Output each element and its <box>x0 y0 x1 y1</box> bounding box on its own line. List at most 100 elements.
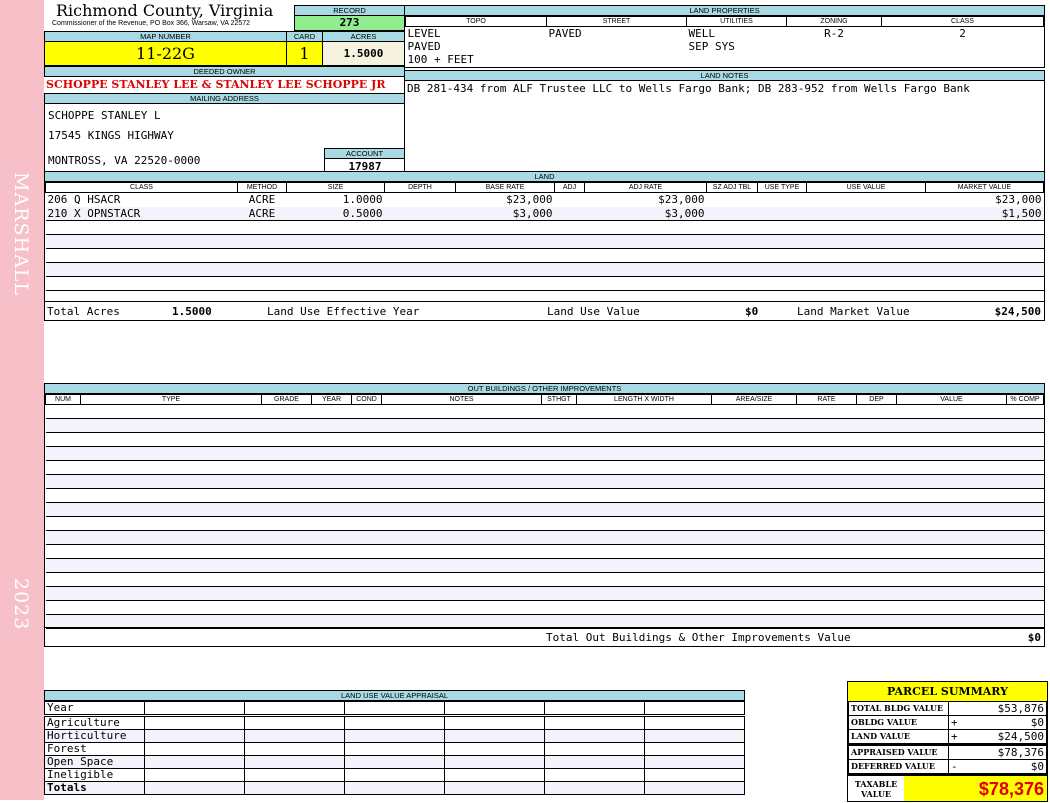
cell <box>787 53 882 66</box>
cell <box>644 755 745 769</box>
cell <box>45 600 1044 615</box>
cell <box>237 220 287 235</box>
cell: R-2 <box>824 27 844 40</box>
land-use-appraisal: LAND USE VALUE APPRAISAL Year Agriculture… <box>44 690 745 795</box>
cell <box>237 276 287 291</box>
cell <box>554 248 585 263</box>
cell <box>706 206 758 221</box>
cell <box>757 276 807 291</box>
cell <box>144 715 245 730</box>
summary-label: TOTAL BLDG VALUE <box>848 701 949 716</box>
address-line-3: MONTROSS, VA 22520-0000 <box>48 154 201 167</box>
cell <box>237 234 287 249</box>
column-header: CLASS <box>45 182 238 193</box>
table-row <box>45 586 1044 601</box>
summary-row: LAND VALUE + $24,500 <box>848 729 1047 745</box>
cell: SEP SYS <box>688 40 735 53</box>
table-row: Agriculture <box>44 715 745 730</box>
row-label: Year <box>44 701 145 717</box>
cell <box>244 742 345 756</box>
table-row <box>45 404 1044 419</box>
page-title: Richmond County, Virginia <box>56 1 274 20</box>
cell <box>144 742 245 756</box>
summary-value-cell: + $0 <box>948 715 1047 730</box>
row-label: Agriculture <box>44 715 145 730</box>
cell <box>444 715 545 730</box>
cell <box>244 701 345 717</box>
cell <box>237 248 287 263</box>
cell <box>787 40 882 53</box>
table-row <box>45 544 1044 559</box>
column-header: NUM <box>45 394 81 405</box>
sidebar: MARSHALL 2023 <box>0 0 44 800</box>
table-row <box>45 530 1044 545</box>
land-properties-label: LAND PROPERTIES <box>404 5 1045 16</box>
acres-label: ACRES <box>322 31 405 42</box>
cell <box>444 701 545 717</box>
column-header: SZ ADJ TBL <box>706 182 758 193</box>
table-row <box>45 474 1044 489</box>
summary-value-cell: $53,876 <box>948 701 1047 716</box>
header-row: TOPO STREET UTILITIES ZONING CLASS <box>405 16 1044 27</box>
column-header: BASE RATE <box>455 182 555 193</box>
effective-year-label: Land Use Effective Year <box>267 305 420 318</box>
cell <box>644 715 745 730</box>
column-header: CLASS <box>881 16 1044 27</box>
cell <box>384 262 456 277</box>
cell: 1.0000 <box>342 193 383 207</box>
acres-value: 1.5000 <box>322 42 405 66</box>
table-row <box>45 558 1044 573</box>
cell <box>555 193 585 207</box>
row-label: Totals <box>44 781 145 795</box>
cell <box>455 234 555 249</box>
map-label: MAP NUMBER <box>44 31 287 42</box>
cell <box>286 248 385 263</box>
summary-value: $78,376 <box>997 746 1044 759</box>
header-row: NUM TYPE GRADE YEAR COND NOTES STHGT LENGTH X W… <box>45 394 1044 405</box>
cell <box>244 729 345 743</box>
cell: 0.5000 <box>286 206 385 221</box>
cell <box>45 418 1044 433</box>
parcel-summary-title: PARCEL SUMMARY <box>848 682 1047 701</box>
cell: PAVED <box>548 27 582 40</box>
table-row: Year <box>44 701 745 717</box>
cell <box>45 544 1044 559</box>
table-row <box>45 262 1044 277</box>
cell: $23,000 <box>658 193 705 207</box>
land-section: LAND CLASS METHOD SIZE DEPTH BASE RATE ADJ ADJ… <box>44 171 1045 321</box>
summary-label: DEFERRED VALUE <box>848 759 949 774</box>
table-row: Ineligible <box>44 768 745 782</box>
column-header: METHOD <box>237 182 287 193</box>
total-acres-label: Total Acres <box>47 305 120 318</box>
cell <box>584 220 707 235</box>
cell <box>544 715 645 730</box>
summary-label: LAND VALUE <box>848 729 949 745</box>
cell: LEVEL <box>407 27 441 40</box>
cell <box>444 755 545 769</box>
summary-value: $0 <box>1030 760 1044 773</box>
cell <box>45 502 1044 517</box>
table-row <box>45 572 1044 587</box>
cell <box>554 262 585 277</box>
cell <box>806 234 926 249</box>
cell <box>244 755 345 769</box>
cell <box>925 248 1044 263</box>
table-row <box>45 488 1044 503</box>
cell <box>45 262 238 277</box>
table-row <box>45 234 1044 249</box>
cell <box>925 276 1044 291</box>
table-row <box>45 220 1044 235</box>
column-header: UTILITIES <box>686 16 787 27</box>
column-header: RATE <box>796 394 857 405</box>
column-header: VALUE <box>896 394 1007 405</box>
cell <box>544 701 645 717</box>
cell <box>444 742 545 756</box>
summary-value-cell: + $24,500 <box>948 729 1047 745</box>
cell <box>45 530 1044 545</box>
cell <box>544 742 645 756</box>
cell <box>144 701 245 717</box>
cell <box>757 220 807 235</box>
table-row: 210 X OPNSTACR ACRE 0.5000 $3,000 $3,000 $1,5… <box>45 206 1044 221</box>
cell <box>547 53 687 66</box>
card-box: CARD 1 <box>286 31 323 66</box>
